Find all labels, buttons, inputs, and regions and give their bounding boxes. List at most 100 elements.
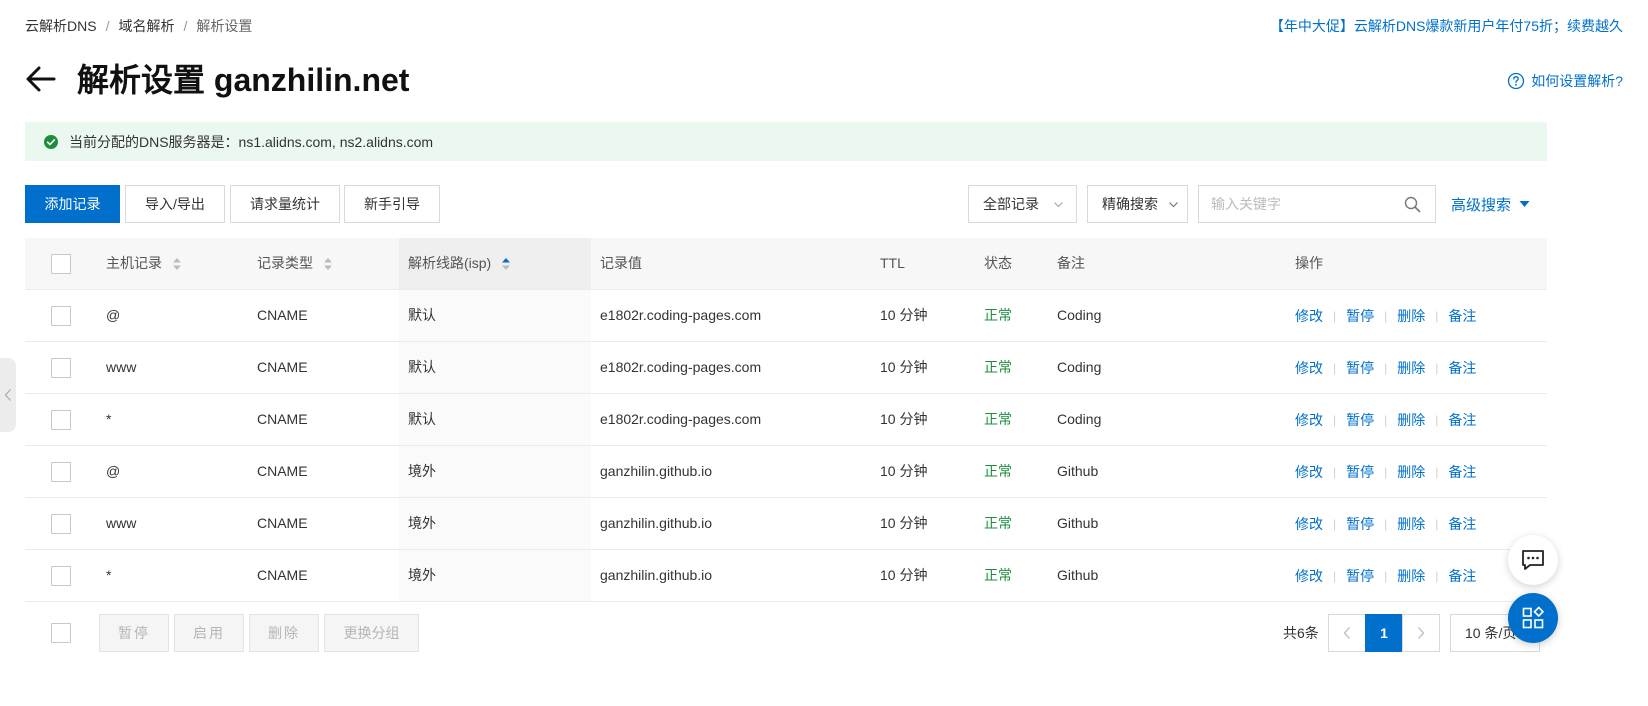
select-all-checkbox[interactable]: [51, 254, 71, 274]
chevron-left-icon: [1343, 627, 1350, 639]
cell-status: 正常: [984, 567, 1012, 583]
pause-link[interactable]: 暂停: [1346, 514, 1374, 534]
next-page-button[interactable]: [1402, 614, 1440, 652]
row-checkbox[interactable]: [51, 514, 71, 534]
header-actions: 操作: [1295, 255, 1323, 271]
row-checkbox[interactable]: [51, 358, 71, 378]
keyword-search-box: [1198, 185, 1436, 223]
cell-remark: Github: [1057, 463, 1099, 479]
divider: |: [1384, 516, 1388, 531]
cell-value: e1802r.coding-pages.com: [600, 307, 762, 323]
header-line[interactable]: 解析线路(isp): [408, 238, 511, 289]
remark-link[interactable]: 备注: [1448, 566, 1476, 586]
request-stats-button[interactable]: 请求量统计: [230, 185, 340, 223]
notice-text: 当前分配的DNS服务器是：ns1.alidns.com, ns2.alidns.…: [69, 133, 434, 150]
divider: |: [1333, 360, 1337, 375]
cell-host: www: [106, 359, 137, 375]
remark-link[interactable]: 备注: [1448, 410, 1476, 430]
delete-link[interactable]: 删除: [1397, 358, 1425, 378]
batch-pause-button[interactable]: 暂停: [99, 614, 169, 652]
edit-link[interactable]: 修改: [1295, 358, 1323, 378]
row-checkbox[interactable]: [51, 410, 71, 430]
cell-host: www: [106, 515, 137, 531]
divider: |: [1333, 464, 1337, 479]
chevron-down-icon: [1054, 202, 1063, 208]
chat-support-button[interactable]: [1508, 535, 1558, 585]
chat-bubble-icon: [1522, 550, 1544, 570]
table-header: 主机记录 记录类型 解析线路(isp) 记录值 TTL 状态 备注 操作: [25, 238, 1547, 290]
edit-link[interactable]: 修改: [1295, 306, 1323, 326]
import-export-button[interactable]: 导入/导出: [125, 185, 225, 223]
record-filter-select[interactable]: 全部记录: [968, 185, 1077, 223]
delete-link[interactable]: 删除: [1397, 462, 1425, 482]
pause-link[interactable]: 暂停: [1346, 462, 1374, 482]
pause-link[interactable]: 暂停: [1346, 410, 1374, 430]
cell-ttl: 10 分钟: [880, 411, 928, 427]
apps-menu-button[interactable]: [1508, 593, 1558, 643]
divider: |: [1384, 464, 1388, 479]
table-row: www CNAME 默认 e1802r.coding-pages.com 10 …: [25, 342, 1547, 394]
cell-type: CNAME: [257, 359, 308, 375]
divider: |: [1333, 516, 1337, 531]
breadcrumb-separator: /: [183, 18, 188, 34]
breadcrumb-item-domains[interactable]: 域名解析: [118, 16, 174, 36]
promo-link[interactable]: 【年中大促】云解析DNS爆款新用户年付75折；续费越久: [1270, 16, 1623, 36]
remark-link[interactable]: 备注: [1448, 358, 1476, 378]
header-host[interactable]: 主机记录: [106, 238, 182, 289]
pause-link[interactable]: 暂停: [1346, 358, 1374, 378]
change-group-button[interactable]: 更换分组: [324, 614, 419, 652]
sidebar-expand-tab[interactable]: [0, 358, 16, 432]
check-circle-icon: [44, 134, 58, 149]
delete-link[interactable]: 删除: [1397, 566, 1425, 586]
cell-status: 正常: [984, 463, 1012, 479]
table-row: @ CNAME 默认 e1802r.coding-pages.com 10 分钟…: [25, 290, 1547, 342]
pause-link[interactable]: 暂停: [1346, 306, 1374, 326]
row-checkbox[interactable]: [51, 306, 71, 326]
remark-link[interactable]: 备注: [1448, 306, 1476, 326]
apps-grid-icon: [1522, 606, 1545, 629]
row-actions: 修改 | 暂停 | 删除 | 备注: [1295, 498, 1476, 549]
cell-line: 境外: [408, 567, 436, 583]
edit-link[interactable]: 修改: [1295, 566, 1323, 586]
cell-status: 正常: [984, 359, 1012, 375]
delete-link[interactable]: 删除: [1397, 514, 1425, 534]
page-number-current[interactable]: 1: [1365, 614, 1403, 652]
advanced-search-toggle[interactable]: 高级搜索: [1451, 193, 1530, 215]
divider: |: [1384, 360, 1388, 375]
cell-value: ganzhilin.github.io: [600, 515, 713, 531]
sort-icon: [324, 257, 332, 270]
remark-link[interactable]: 备注: [1448, 462, 1476, 482]
row-actions: 修改 | 暂停 | 删除 | 备注: [1295, 290, 1476, 341]
search-icon[interactable]: [1404, 196, 1421, 213]
footer-select-all-checkbox[interactable]: [51, 623, 71, 643]
table-row: * CNAME 境外 ganzhilin.github.io 10 分钟 正常 …: [25, 550, 1547, 602]
row-checkbox[interactable]: [51, 566, 71, 586]
delete-link[interactable]: 删除: [1397, 410, 1425, 430]
cell-ttl: 10 分钟: [880, 307, 928, 323]
delete-link[interactable]: 删除: [1397, 306, 1425, 326]
breadcrumb-separator: /: [105, 18, 110, 34]
edit-link[interactable]: 修改: [1295, 462, 1323, 482]
search-mode-select[interactable]: 精确搜索: [1087, 185, 1188, 223]
record-filter-value: 全部记录: [983, 196, 1039, 212]
batch-delete-button[interactable]: 删除: [249, 614, 319, 652]
chevron-down-icon: [1169, 202, 1178, 208]
add-record-button[interactable]: 添加记录: [25, 185, 120, 223]
pause-link[interactable]: 暂停: [1346, 566, 1374, 586]
header-host-label: 主机记录: [106, 255, 162, 271]
breadcrumb-item-dns[interactable]: 云解析DNS: [25, 16, 97, 36]
edit-link[interactable]: 修改: [1295, 514, 1323, 534]
edit-link[interactable]: 修改: [1295, 410, 1323, 430]
remark-link[interactable]: 备注: [1448, 514, 1476, 534]
prev-page-button[interactable]: [1328, 614, 1366, 652]
cell-remark: Github: [1057, 515, 1099, 531]
back-arrow-icon[interactable]: [24, 62, 58, 96]
header-type[interactable]: 记录类型: [257, 238, 333, 289]
search-input[interactable]: [1199, 186, 1389, 222]
row-checkbox[interactable]: [51, 462, 71, 482]
batch-enable-button[interactable]: 启用: [174, 614, 244, 652]
header-line-label: 解析线路(isp): [408, 255, 492, 271]
divider: |: [1435, 360, 1439, 375]
beginner-guide-button[interactable]: 新手引导: [344, 185, 440, 223]
help-link[interactable]: 如何设置解析?: [1507, 70, 1623, 92]
